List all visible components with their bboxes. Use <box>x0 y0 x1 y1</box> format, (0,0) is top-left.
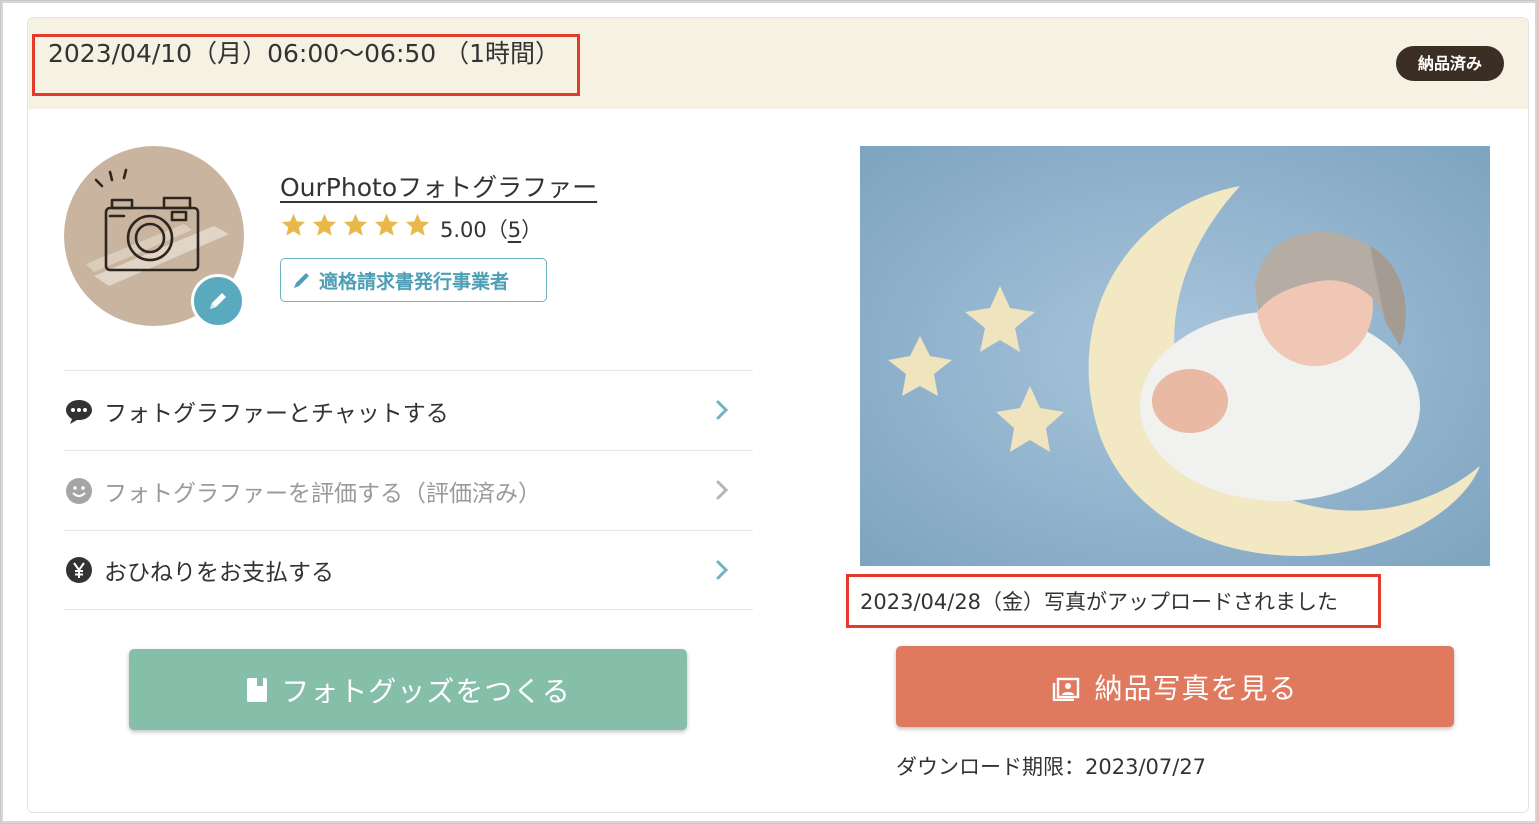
upload-notice: 2023/04/28（金）写真がアップロードされました <box>860 590 1339 614</box>
make-photo-goods-label: フォトグッズをつくる <box>281 674 571 708</box>
chevron-right-icon <box>716 480 729 500</box>
rating-stars <box>280 212 431 240</box>
star-icon <box>343 213 368 236</box>
edit-profile-button[interactable] <box>191 274 245 328</box>
review-count-link[interactable]: 5 <box>508 218 521 242</box>
invoice-issuer-label: 適格請求書発行事業者 <box>319 270 510 293</box>
rating-count-open: （ <box>486 218 508 242</box>
star-icon <box>405 213 430 236</box>
menu-item-label: フォトグラファーとチャットする <box>104 400 449 427</box>
menu-item-chat[interactable]: フォトグラファーとチャットする <box>64 370 753 450</box>
action-menu: フォトグラファーとチャットする フォトグラファーを評価する（評価済み） おひねり… <box>64 370 753 610</box>
rating-count-close: ） <box>521 218 543 242</box>
star-icon <box>312 213 337 236</box>
book-icon <box>247 677 268 702</box>
chat-bubble-icon <box>64 396 94 426</box>
chevron-right-icon <box>716 560 729 580</box>
rating-summary: 5.00（5） <box>440 214 542 244</box>
newborn-moon-photo-icon <box>860 146 1490 566</box>
make-photo-goods-button[interactable]: フォトグッズをつくる <box>129 649 687 730</box>
photographer-name-link[interactable]: OurPhotoフォトグラファー <box>280 168 597 204</box>
menu-item-label: おひねりをお支払する <box>104 560 334 586</box>
pencil-icon <box>210 293 226 309</box>
download-deadline: ダウンロード期限：2023/07/27 <box>896 755 1207 779</box>
view-delivered-photos-button[interactable]: 納品写真を見る <box>896 646 1454 727</box>
yen-coin-icon <box>64 555 94 585</box>
menu-item-label: フォトグラファーを評価する（評価済み） <box>104 480 541 507</box>
page-frame: 2023/04/10（月）06:00〜06:50 （1時間） 納品済み OurP… <box>0 0 1538 824</box>
reservation-datetime: 2023/04/10（月）06:00〜06:50 （1時間） <box>48 39 561 68</box>
reservation-card: 2023/04/10（月）06:00〜06:50 （1時間） 納品済み OurP… <box>27 17 1529 813</box>
star-icon <box>374 213 399 236</box>
pencil-icon <box>294 273 309 288</box>
invoice-issuer-tag: 適格請求書発行事業者 <box>280 258 547 302</box>
status-badge: 納品済み <box>1396 46 1504 81</box>
photo-album-icon <box>1053 677 1080 701</box>
menu-item-review[interactable]: フォトグラファーを評価する（評価済み） <box>64 450 753 530</box>
reservation-header: 2023/04/10（月）06:00〜06:50 （1時間） 納品済み <box>28 18 1528 109</box>
rating-value: 5.00 <box>440 218 487 242</box>
menu-item-tip[interactable]: おひねりをお支払する <box>64 530 753 610</box>
smiley-icon <box>64 476 94 506</box>
delivered-photo-thumbnail[interactable] <box>860 146 1490 566</box>
star-icon <box>281 213 306 236</box>
view-delivered-photos-label: 納品写真を見る <box>1094 671 1298 705</box>
chevron-right-icon <box>716 400 729 420</box>
